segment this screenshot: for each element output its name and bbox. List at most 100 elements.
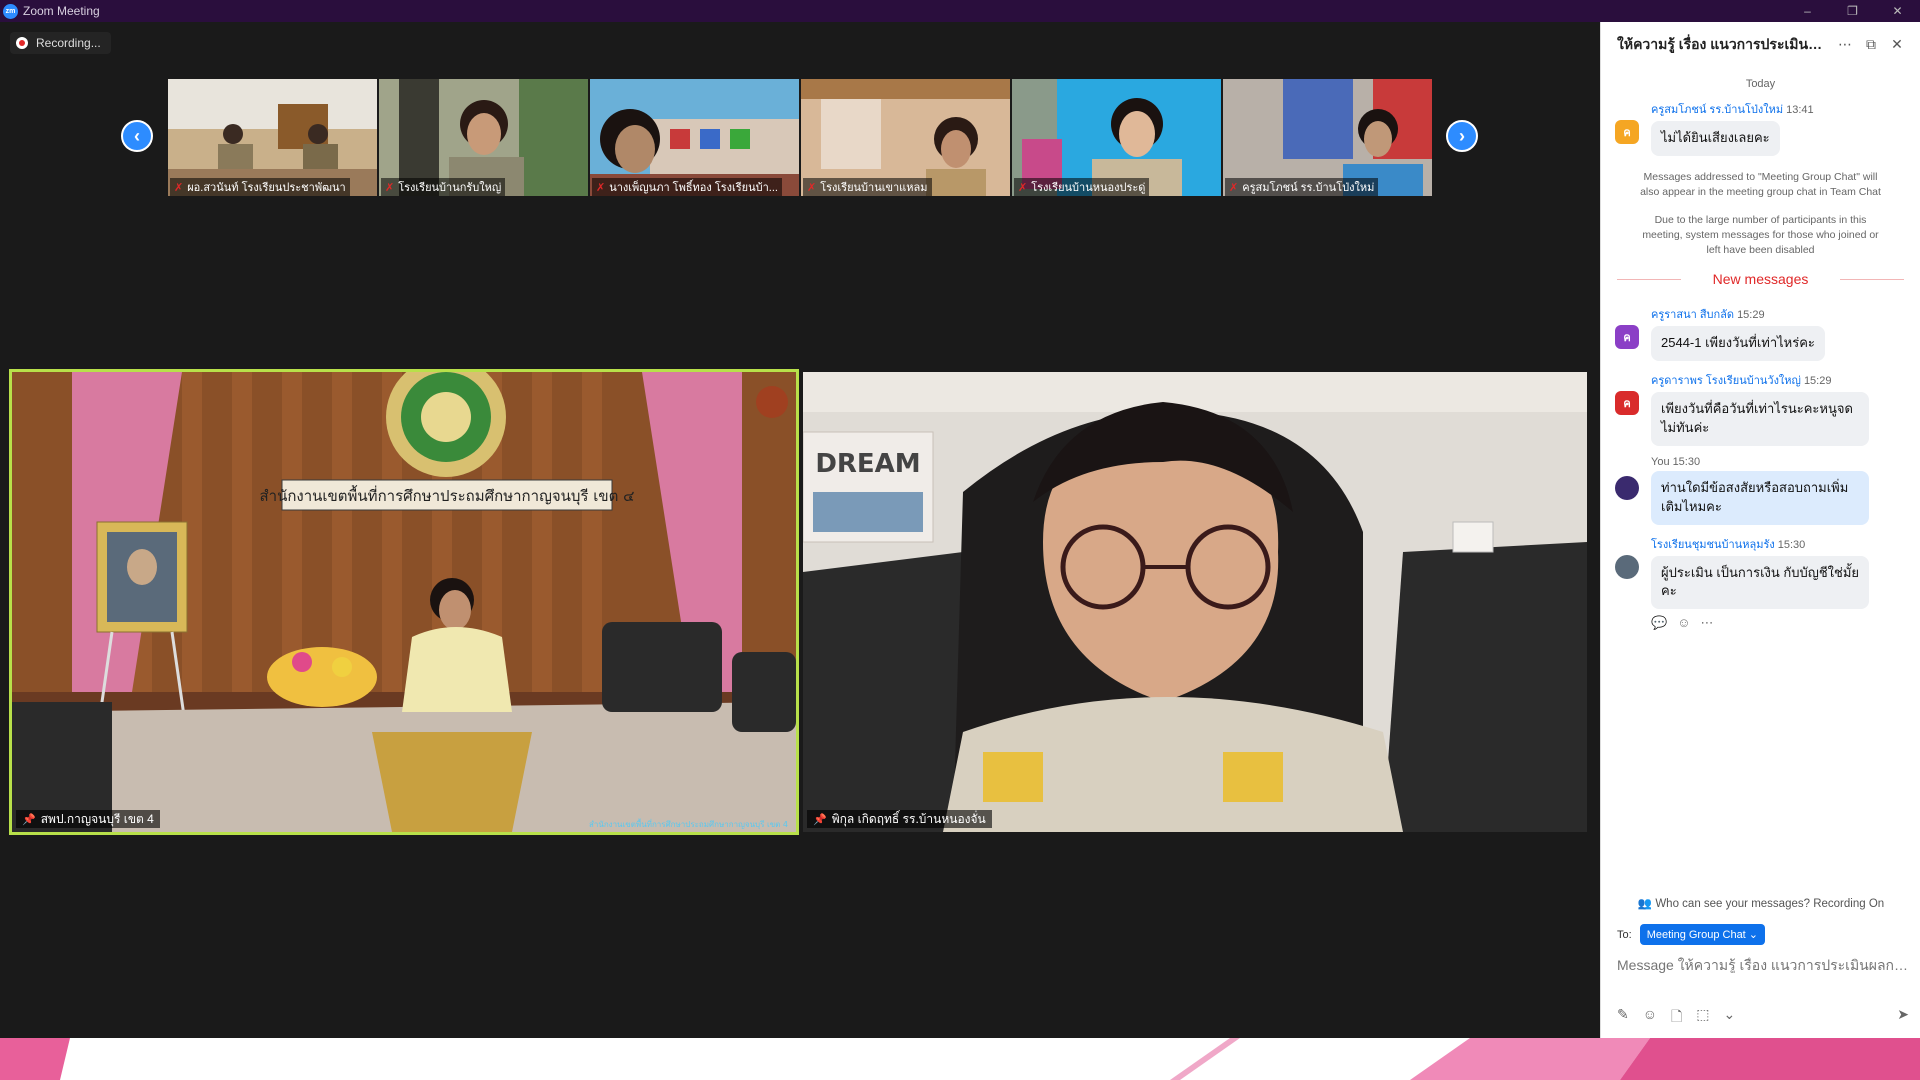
participant-name-text: โรงเรียนบ้านกรับใหญ่ [398,182,502,194]
avatar: ค [1615,325,1639,350]
meeting-area: Recording... ‹ ✗ ผอ.สวนันท์ โรงเรียนประชา… [0,22,1600,1038]
new-messages-label: New messages [1712,271,1809,288]
sender-name: You [1651,455,1670,468]
office-banner: สำนักงานเขตพื้นที่การศึกษาประถมศึกษากาญจ… [260,485,635,506]
avatar [1615,554,1639,579]
title-bar: zm Zoom Meeting – ❐ ✕ [0,0,1920,22]
more-actions-icon[interactable]: ⋯ [1700,615,1713,631]
restore-button[interactable]: ❐ [1830,0,1875,22]
participant-strip: ✗ ผอ.สวนันท์ โรงเรียนประชาพัฒนา ✗ โรงเรียน… [168,79,1432,196]
emoji-icon[interactable]: ☺ [1643,1006,1657,1030]
sender-name[interactable]: ครูดาราพร โรงเรียนบ้านวังใหญ่ [1651,375,1801,387]
sender-name[interactable]: ครูราสนา สืบกลัด [1651,309,1734,321]
chevron-left-icon: ‹ [134,125,140,146]
participant-name-text: โรงเรียนบ้านเขาแหลม [820,182,928,194]
mic-muted-icon: ✗ [1018,181,1028,194]
sender-line: You 15:30 [1651,456,1908,468]
sender-line: โรงเรียนชุมชนบ้านหลุมรัง 15:30 [1651,535,1908,553]
emoji-reaction-icon[interactable]: ☺ [1677,615,1690,631]
close-window-button[interactable]: ✕ [1875,0,1920,22]
send-icon[interactable]: ➤ [1897,1006,1909,1030]
people-icon: 👥 [1637,898,1656,910]
participant-thumbnail[interactable]: ✗ โรงเรียนบ้านกรับใหญ่ [379,79,588,196]
dream-text: DREAM [815,449,920,479]
format-icon[interactable]: ✎ [1617,1006,1629,1030]
chat-message: You 15:30 ท่านใดมีข้อสงสัยหรือสอบถามเพิ่ม… [1601,456,1920,525]
pin-icon: 📌 [22,813,36,826]
participant-name-text: ผอ.สวนันท์ โรงเรียนประชาพัฒนา [187,182,346,194]
who-can-see-text: Who can see your messages? Recording On [1655,898,1885,910]
date-separator: Today [1745,78,1776,90]
sender-name[interactable]: โรงเรียนชุมชนบ้านหลุมรัง [1651,539,1775,551]
avatar: ค [1615,120,1639,144]
chat-footer: 👥 Who can see your messages? Recording O… [1601,888,1920,1038]
participant-thumbnail[interactable]: ✗ โรงเรียนบ้านหนองประดู่ [1012,79,1221,196]
to-label: To: [1617,928,1632,941]
mic-muted-icon: ✗ [174,181,184,194]
pop-out-icon[interactable]: ⧉ [1860,36,1882,53]
watermark-text: สำนักงานเขตพื้นที่การศึกษาประถมศึกษากาญจ… [589,818,788,829]
recording-indicator[interactable]: Recording... [10,32,111,54]
recipient-row: To: Meeting Group Chat ⌄ [1601,924,1920,945]
participant-name-text: โรงเรียนบ้านหนองประดู่ [1031,182,1146,194]
recipient-dropdown[interactable]: Meeting Group Chat ⌄ [1639,924,1766,945]
participant-name-text: นางเพ็ญนภา โพธิ์ทอง โรงเรียนบ้า... [609,182,778,194]
window-controls: – ❐ ✕ [1785,0,1920,22]
recording-label: Recording... [36,36,101,50]
participant-thumbnail[interactable]: ✗ นางเพ็ญนภา โพธิ์ทอง โรงเรียนบ้า... [590,79,799,196]
who-can-see-link[interactable]: 👥 Who can see your messages? Recording O… [1601,896,1920,910]
message-bubble[interactable]: ผู้ประเมิน เป็นการเงิน กับบัญชีใช่มั้ยคะ [1651,555,1869,610]
strip-prev-button[interactable]: ‹ [121,120,153,152]
participant-name: ✗ ผอ.สวนันท์ โรงเรียนประชาพัฒนา [170,178,350,196]
strip-next-button[interactable]: › [1446,120,1478,152]
chat-message: ครูดาราพร โรงเรียนบ้านวังใหญ่ 15:29 ค เพี… [1601,371,1920,446]
message-bubble[interactable]: 2544-1 เพียงวันที่เท่าไหร่คะ [1651,326,1825,362]
new-messages-divider: New messages [1617,271,1905,288]
speaker-video-feed: สำนักงานเขตพื้นที่การศึกษาประถมศึกษากาญจ… [12,372,796,832]
participant-thumbnail[interactable]: ✗ โรงเรียนบ้านเขาแหลม [801,79,1010,196]
mic-muted-icon: ✗ [807,181,817,194]
chat-toolbar: ✎ ☺ 🗋 ⬚ ⌄ ➤ [1617,1006,1909,1030]
close-chat-icon[interactable]: ✕ [1886,36,1908,53]
participant-name: ✗ โรงเรียนบ้านกรับใหญ่ [381,178,506,196]
system-message: Messages addressed to "Meeting Group Cha… [1640,170,1881,198]
message-time: 15:29 [1803,375,1832,388]
mic-muted-icon: ✗ [1229,181,1239,194]
message-time: 13:41 [1786,104,1814,116]
participant-name: ✗ โรงเรียนบ้านหนองประดู่ [1014,178,1150,196]
message-actions: 💬 ☺ ⋯ [1601,615,1920,631]
self-avatar [1615,475,1639,500]
mic-muted-icon: ✗ [596,181,606,194]
message-bubble[interactable]: ไม่ได้ยินเสียงเลยคะ [1651,121,1780,156]
chat-header: ให้ความรู้ เรื่อง แนวการประเมินผลก... ⋯ … [1601,22,1920,67]
message-input[interactable] [1617,957,1909,973]
message-bubble[interactable]: เพียงวันที่คือวันที่เท่าไรนะคะหนูจดไม่ทั… [1651,392,1869,446]
chat-message: โรงเรียนชุมชนบ้านหลุมรัง 15:30 ผู้ประเมิน… [1601,535,1920,610]
mic-muted-icon: ✗ [385,181,395,194]
participant-thumbnail[interactable]: ✗ ผอ.สวนันท์ โรงเรียนประชาพัฒนา [168,79,377,196]
chat-title: ให้ความรู้ เรื่อง แนวการประเมินผลก... [1617,35,1830,52]
message-bubble[interactable]: ท่านใดมีข้อสงสัยหรือสอบถามเพิ่มเติมไหมคะ [1651,470,1869,525]
pinned-name: พิกุล เกิดฤทธิ์ รร.บ้านหนองจั่น [831,811,986,826]
screenshot-icon[interactable]: ⬚ [1696,1006,1709,1030]
sender-name[interactable]: ครูสมโภชน์ รร.บ้านโป่งใหม่ [1651,104,1783,116]
message-time: 15:30 [1777,538,1806,551]
file-icon[interactable]: 🗋 [1671,1006,1682,1030]
sender-line: ครูสมโภชน์ รร.บ้านโป่งใหม่ 13:41 [1651,100,1908,118]
record-icon [16,37,28,49]
participant-thumbnail[interactable]: ✗ ครูสมโภชน์ รร.บ้านโป่งใหม่ [1223,79,1432,196]
message-time: 15:30 [1672,455,1701,468]
chat-message: ครูสมโภชน์ รร.บ้านโป่งใหม่ 13:41 ค ไม่ได้… [1601,100,1920,156]
message-time: 15:29 [1737,309,1765,322]
chevron-down-icon[interactable]: ⌄ [1724,1006,1736,1030]
minimize-button[interactable]: – [1785,0,1830,22]
desktop-background [0,1038,1920,1080]
chat-message: ครูราสนา สืบกลัด 15:29 ค 2544-1 เพียงวันท… [1601,305,1920,362]
reply-icon[interactable]: 💬 [1651,615,1667,631]
active-speaker-video[interactable]: สำนักงานเขตพื้นที่การศึกษาประถมศึกษากาญจ… [9,369,799,835]
wallpaper-graphic [0,1038,1920,1080]
pinned-participant-video[interactable]: DREAM 📌 พิกุล เกิดฤทธิ์ รร.บ้านหนองจั่น [803,372,1587,832]
chevron-right-icon: › [1459,125,1465,146]
participant-name: ✗ นางเพ็ญนภา โพธิ์ทอง โรงเรียนบ้า... [592,178,782,196]
more-options-icon[interactable]: ⋯ [1834,36,1856,53]
